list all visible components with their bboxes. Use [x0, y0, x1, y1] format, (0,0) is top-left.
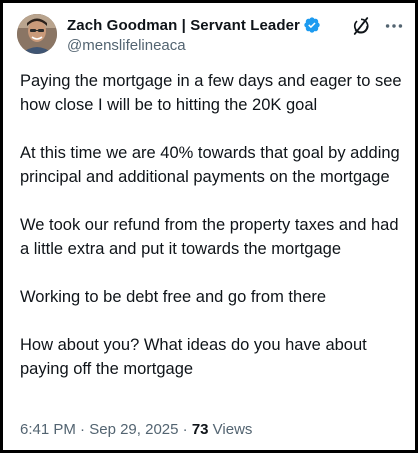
tweet-text: Paying the mortgage in a few days and ea… [20, 69, 412, 381]
grok-icon[interactable] [351, 16, 371, 36]
verified-badge-icon [304, 17, 320, 33]
name-row: Zach Goodman | Servant Leader [67, 15, 321, 35]
tweet-metadata: 6:41 PM · Sep 29, 2025 · 73 Views [20, 421, 252, 438]
views-label: Views [208, 421, 253, 438]
avatar[interactable] [17, 14, 57, 54]
display-name[interactable]: Zach Goodman | Servant Leader [67, 17, 300, 34]
author-info: Zach Goodman | Servant Leader @menslifel… [67, 15, 321, 54]
separator: · [178, 421, 192, 438]
tweet-paragraph: At this time we are 40% towards that goa… [20, 144, 400, 186]
tweet-paragraph: Paying the mortgage in a few days and ea… [20, 72, 402, 114]
views-count: 73 [191, 421, 209, 438]
separator: · [75, 421, 90, 438]
profile-photo [17, 14, 57, 54]
tweet-paragraph: How about you? What ideas do you have ab… [20, 336, 367, 378]
handle[interactable]: @menslifelineaca [67, 37, 321, 54]
tweet-paragraph: We took our refund from the property tax… [20, 216, 399, 258]
more-horizontal-icon[interactable] [383, 16, 405, 36]
tweet-date[interactable]: Sep 29, 2025 [89, 421, 178, 438]
tweet-header: Zach Goodman | Servant Leader @menslifel… [17, 14, 405, 58]
tweet-card: Zach Goodman | Servant Leader @menslifel… [0, 0, 418, 453]
tweet-time[interactable]: 6:41 PM [20, 421, 76, 438]
tweet-paragraph: Working to be debt free and go from ther… [20, 288, 327, 306]
